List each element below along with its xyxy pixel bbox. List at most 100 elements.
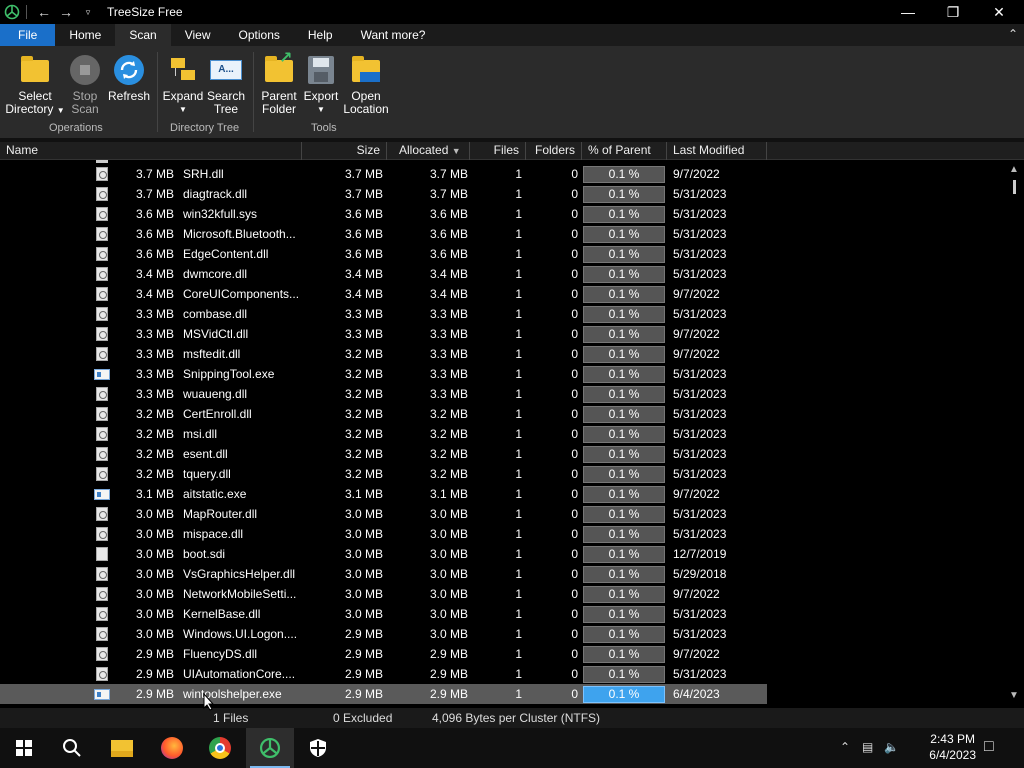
column-folders[interactable]: Folders [526,142,582,160]
row-allocated: 3.3 MB [429,327,468,341]
volume-muted-icon[interactable]: 🔈 [884,740,899,754]
table-row[interactable]: 3.6 MB win32kfull.sys 3.6 MB 3.6 MB 1 0 5/31/2… [0,204,767,224]
table-row[interactable]: 3.3 MB wuaueng.dll 3.2 MB 3.3 MB 1 0 5/31/2023… [0,384,767,404]
row-pct-parent-bar: 0.1 % [583,626,665,643]
row-files: 1 [515,627,522,641]
tab-view[interactable]: View [171,24,225,46]
select-directory-button[interactable]: Select Directory ▼ [4,54,66,117]
treesize-app-icon[interactable] [0,0,24,24]
quick-access-dropdown-icon[interactable]: ▿ [77,0,99,24]
row-size: 3.2 MB [344,467,383,481]
table-row[interactable]: 3.6 MB EdgeContent.dll 3.6 MB 3.6 MB 1 0 5/31/… [0,244,767,264]
vertical-scrollbar[interactable]: ▲ ▼ [1005,160,1024,705]
row-folders: 0 [571,447,578,461]
row-allocated: 2.9 MB [429,687,468,701]
file-explorer-button[interactable] [98,728,146,768]
row-files: 1 [515,307,522,321]
notifications-icon[interactable]: □ [984,738,994,756]
table-row[interactable]: 3.7 MB SRH.dll 3.7 MB 3.7 MB 1 0 9/7/2022 0.1 % [0,164,767,184]
security-taskbar-button[interactable] [294,728,342,768]
search-taskbar-button[interactable] [48,728,96,768]
table-row[interactable]: 3.0 MB NetworkMobileSetti... 3.0 MB 3.0 MB 1… [0,584,767,604]
table-row[interactable]: 2.9 MB wintoolshelper.exe 2.9 MB 2.9 MB 1 0 6/… [0,684,767,704]
parent-folder-button[interactable]: ↗ Parent Folder [258,51,300,116]
table-row[interactable]: 3.2 MB msi.dll 3.2 MB 3.2 MB 1 0 5/31/2023 0.1 … [0,424,767,444]
row-tree-size: 3.6 MB [135,207,174,221]
row-last-modified: 9/7/2022 [673,487,720,501]
taskbar-clock[interactable]: 2:43 PM 6/4/2023 [929,731,976,763]
row-name: SnippingTool.exe [183,367,275,381]
table-row[interactable]: 3.3 MB SnippingTool.exe 3.2 MB 3.3 MB 1 0 5/31… [0,364,767,384]
back-arrow-icon[interactable]: ← [33,0,55,24]
tab-scan[interactable]: Scan [115,24,171,46]
table-row[interactable]: 3.0 MB KernelBase.dll 3.0 MB 3.0 MB 1 0 5/31/2… [0,604,767,624]
forward-arrow-icon[interactable]: → [55,0,77,24]
search-tree-button[interactable]: A... Search Tree [204,54,248,116]
exe-file-icon [94,689,110,700]
table-row[interactable]: 3.0 MB Windows.UI.Logon.... 2.9 MB 3.0 MB 1 0… [0,624,767,644]
refresh-button[interactable]: Refresh [106,54,152,103]
scrollbar-thumb[interactable] [1013,180,1016,194]
mouse-cursor-icon [203,693,215,711]
table-row[interactable]: 3.0 MB mispace.dll 3.0 MB 3.0 MB 1 0 5/31/2023… [0,524,767,544]
maximize-button[interactable]: ❐ [930,0,976,24]
table-row[interactable]: 3.3 MB msftedit.dll 3.2 MB 3.3 MB 1 0 9/7/2022… [0,344,767,364]
table-row[interactable]: 3.0 MB boot.sdi 3.0 MB 3.0 MB 1 0 12/7/2019 0.1… [0,544,767,564]
row-tree-size: 3.0 MB [135,607,174,621]
table-row[interactable]: 3.4 MB CoreUIComponents... 3.4 MB 3.4 MB 1 0 9… [0,284,767,304]
minimize-button[interactable]: — [885,0,931,24]
tab-home[interactable]: Home [55,24,115,46]
table-row[interactable]: 3.3 MB combase.dll 3.3 MB 3.3 MB 1 0 5/31/2023… [0,304,767,324]
start-button[interactable] [0,728,48,768]
row-folders: 0 [571,687,578,701]
table-row[interactable]: 3.7 MB diagtrack.dll 3.7 MB 3.7 MB 1 0 5/31/20… [0,184,767,204]
scroll-up-icon[interactable]: ▲ [1009,164,1019,175]
column-files[interactable]: Files [470,142,526,160]
row-allocated: 3.6 MB [429,227,468,241]
table-row[interactable]: 3.4 MB dwmcore.dll 3.4 MB 3.4 MB 1 0 5/31/2023… [0,264,767,284]
column-last-modified[interactable]: Last Modified [667,142,767,160]
collapse-ribbon-icon[interactable]: ⌃ [1008,27,1018,41]
table-row[interactable]: 3.3 MB MSVidCtl.dll 3.3 MB 3.3 MB 1 0 9/7/2022… [0,324,767,344]
tab-file[interactable]: File [0,24,56,46]
row-tree-size: 3.0 MB [135,587,174,601]
row-size: 2.9 MB [344,687,383,701]
row-allocated: 3.1 MB [429,487,468,501]
close-button[interactable]: ✕ [976,0,1022,24]
tab-options[interactable]: Options [225,24,294,46]
table-row[interactable]: 3.2 MB CertEnroll.dll 3.2 MB 3.2 MB 1 0 5/31/2… [0,404,767,424]
column-pct-parent[interactable]: % of Parent ... [582,142,667,174]
table-row[interactable]: 2.9 MB UIAutomationCore.... 2.9 MB 2.9 MB 1 0… [0,664,767,684]
stop-scan-button[interactable]: Stop Scan [66,54,104,116]
column-name[interactable]: Name [0,142,302,160]
chrome-button[interactable] [196,728,244,768]
table-row[interactable]: 3.1 MB aitstatic.exe 3.1 MB 3.1 MB 1 0 9/7/202… [0,484,767,504]
network-icon[interactable]: ▤ [862,740,873,754]
table-row[interactable]: 3.2 MB esent.dll 3.2 MB 3.2 MB 1 0 5/31/2023 0.… [0,444,767,464]
open-location-button[interactable]: Open Location [342,54,390,116]
row-allocated: 3.2 MB [429,427,468,441]
scroll-down-icon[interactable]: ▼ [1009,690,1019,701]
row-folders: 0 [571,407,578,421]
file-list[interactable]: 3.7 MB SRH.dll 3.7 MB 3.7 MB 1 0 9/7/2022 0.1 %… [0,160,1005,705]
export-button[interactable]: Export ▼ [302,54,340,116]
table-row[interactable]: 2.9 MB FluencyDS.dll 2.9 MB 2.9 MB 1 0 9/7/202… [0,644,767,664]
table-row[interactable]: 3.6 MB Microsoft.Bluetooth... 3.6 MB 3.6 MB… [0,224,767,244]
row-tree-size: 3.6 MB [135,227,174,241]
column-size[interactable]: Size [302,142,387,160]
tab-want-more[interactable]: Want more? [347,24,440,46]
tab-help[interactable]: Help [294,24,347,46]
dll-file-icon [96,247,108,261]
expand-button[interactable]: Expand ▼ [162,54,204,116]
row-allocated: 3.0 MB [429,547,468,561]
row-tree-size: 3.0 MB [135,627,174,641]
treesize-taskbar-button[interactable] [246,728,294,768]
firefox-button[interactable] [148,728,196,768]
table-row[interactable]: 3.0 MB MapRouter.dll 3.0 MB 3.0 MB 1 0 5/31/20… [0,504,767,524]
table-row[interactable]: 3.2 MB tquery.dll 3.2 MB 3.2 MB 1 0 5/31/2023 0… [0,464,767,484]
show-hidden-icons-icon[interactable]: ⌃ [840,740,850,754]
row-allocated: 3.7 MB [429,167,468,181]
row-allocated: 3.3 MB [429,367,468,381]
column-allocated[interactable]: Allocated ▼ [387,142,470,160]
table-row[interactable]: 3.0 MB VsGraphicsHelper.dll 3.0 MB 3.0 MB 1 0… [0,564,767,584]
